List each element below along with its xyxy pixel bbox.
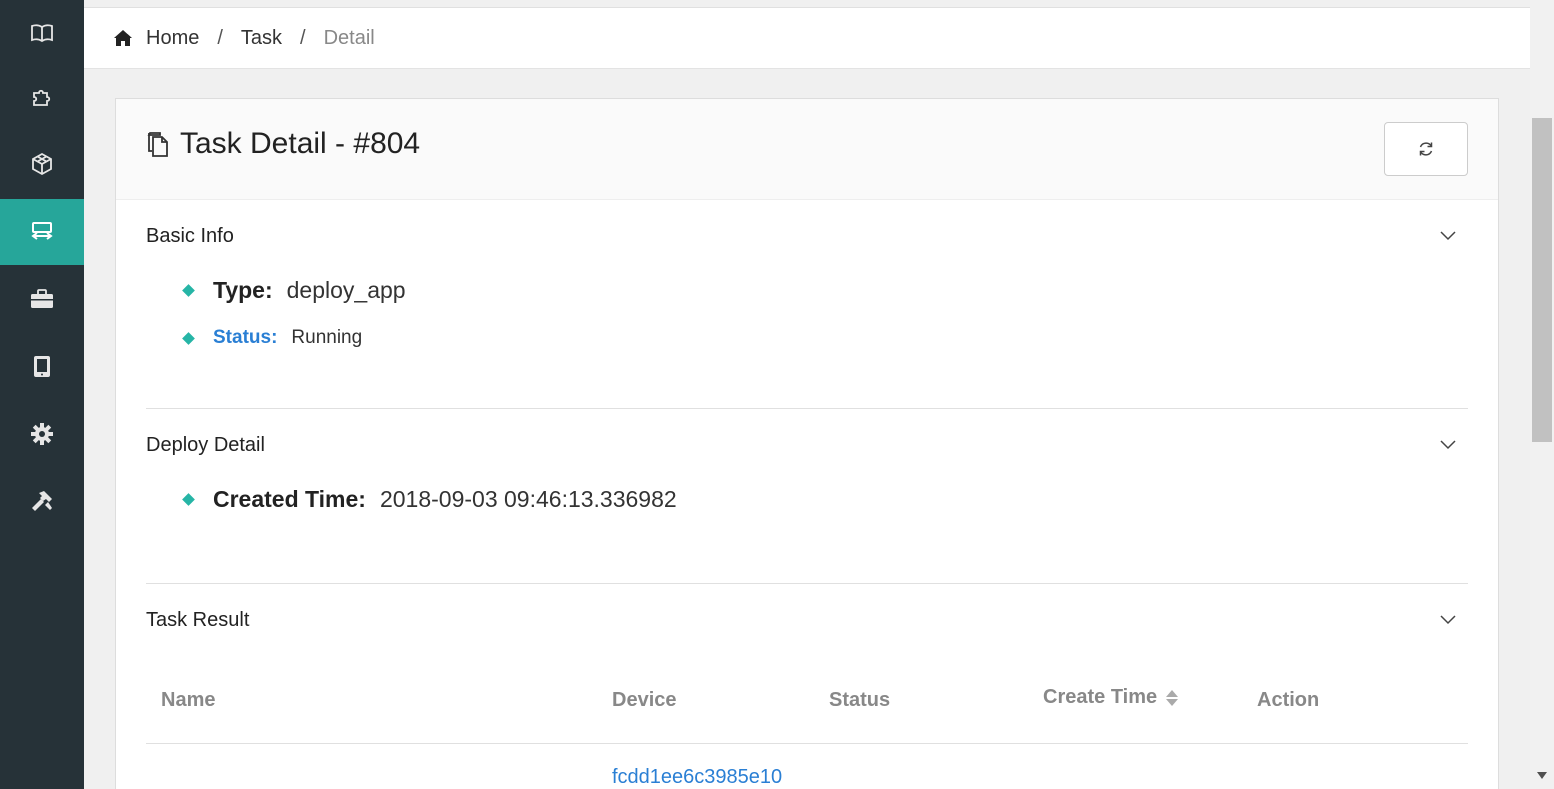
card-title-wrap: Task Detail - #804 <box>146 127 420 161</box>
refresh-button[interactable] <box>1384 122 1468 176</box>
sidebar-item-jobs[interactable] <box>0 266 84 332</box>
page-title: Task Detail - #804 <box>180 127 421 160</box>
bullet-diamond <box>182 331 195 345</box>
status-label: Status: <box>213 327 278 348</box>
column-header-action: Action <box>1257 689 1320 711</box>
sidebar-item-packages[interactable] <box>0 131 84 197</box>
created-time-label: Created Time: <box>213 486 366 512</box>
tablet-icon <box>34 356 50 377</box>
task-result-title: Task Result <box>146 609 250 631</box>
device-link[interactable]: fcdd1ee6c3985e10 <box>612 766 782 789</box>
breadcrumb-separator: / <box>300 26 306 49</box>
column-header-name: Name <box>161 689 216 711</box>
puzzle-icon <box>33 89 51 106</box>
create-time-label: Create Time <box>1043 686 1158 708</box>
breadcrumb-detail: Detail <box>323 26 375 49</box>
scroll-down-arrow[interactable] <box>1537 772 1547 779</box>
table-header-divider <box>146 743 1468 744</box>
tools-icon <box>32 491 52 511</box>
card-header: Task Detail - #804 <box>116 99 1498 200</box>
column-header-device: Device <box>612 689 677 711</box>
chevron-down-icon[interactable] <box>1440 440 1456 450</box>
sidebar-item-settings[interactable] <box>0 401 84 467</box>
chevron-down-icon[interactable] <box>1440 615 1456 625</box>
type-row: Type: deploy_app <box>182 277 406 304</box>
created-time-row: Created Time: 2018-09-03 09:46:13.336982 <box>182 486 677 513</box>
sidebar <box>0 0 84 789</box>
column-header-status: Status <box>829 689 891 711</box>
sidebar-item-tasks[interactable] <box>0 199 84 265</box>
deploy-detail-title: Deploy Detail <box>146 434 265 456</box>
bullet-diamond <box>182 493 195 506</box>
sidebar-item-tools[interactable] <box>0 468 84 534</box>
task-result-section: Task Result Name Device Status Create Ti… <box>146 584 1468 789</box>
scrollbar-thumb[interactable] <box>1532 118 1552 442</box>
basic-info-title: Basic Info <box>146 225 234 247</box>
page-scrollbar[interactable] <box>1530 0 1554 789</box>
main-content: Home / Task / Detail Task Detail - #804 … <box>84 0 1530 789</box>
created-time-value: 2018-09-03 09:46:13.336982 <box>379 486 677 512</box>
sidebar-item-devices[interactable] <box>0 333 84 399</box>
home-icon[interactable] <box>112 27 134 49</box>
breadcrumb-separator: / <box>217 26 223 49</box>
basic-info-section: Basic Info Type: deploy_app Status: Runn… <box>146 200 1468 409</box>
book-icon <box>31 24 53 43</box>
task-detail-card: Task Detail - #804 Basic Info Type: depl… <box>115 98 1499 789</box>
column-header-create-time[interactable]: Create Time <box>1043 686 1179 709</box>
copy-icon <box>147 132 168 157</box>
top-strip <box>84 0 1530 8</box>
sidebar-item-docs[interactable] <box>0 0 84 66</box>
briefcase-icon <box>31 289 53 308</box>
status-value: Running <box>291 327 363 348</box>
sidebar-item-plugins[interactable] <box>0 64 84 130</box>
breadcrumb: Home / Task / Detail <box>84 8 1530 69</box>
sort-icon[interactable] <box>1165 688 1179 708</box>
chevron-down-icon[interactable] <box>1440 231 1456 241</box>
gear-icon <box>31 423 53 445</box>
task-transfer-icon <box>31 222 53 240</box>
bullet-diamond <box>182 284 195 297</box>
cube-icon <box>32 152 52 176</box>
breadcrumb-home[interactable]: Home <box>146 27 199 50</box>
deploy-detail-section: Deploy Detail Created Time: 2018-09-03 0… <box>146 409 1468 584</box>
type-label: Type: <box>213 277 273 303</box>
refresh-icon <box>1419 142 1433 156</box>
status-row: Status: Running <box>182 327 363 349</box>
breadcrumb-task[interactable]: Task <box>241 27 282 50</box>
type-value: deploy_app <box>286 277 406 303</box>
